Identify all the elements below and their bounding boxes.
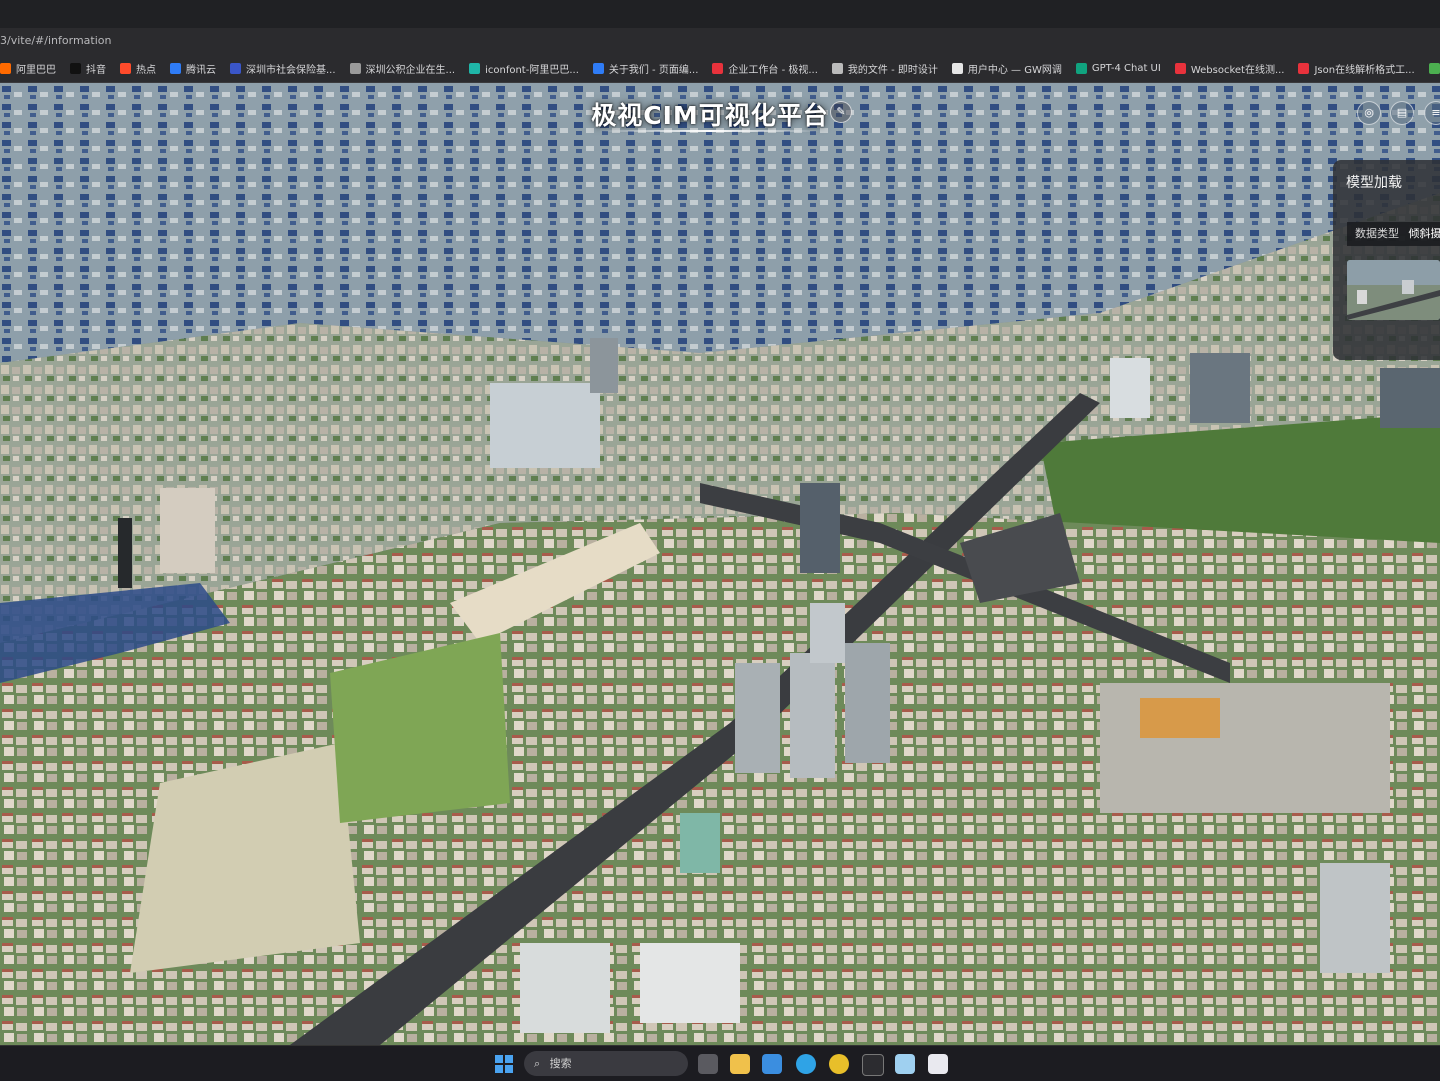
notepad-icon[interactable]: [895, 1054, 915, 1074]
bookmark-item[interactable]: 我的文件 - 即时设计: [832, 61, 938, 76]
address-bar[interactable]: 3/vite/#/information: [0, 28, 1440, 54]
bookmark-item[interactable]: Websocket在线测...: [1175, 61, 1285, 76]
title-underline: [598, 130, 823, 132]
bookmark-label: Websocket在线测...: [1191, 61, 1285, 76]
bookmarks-bar: 阿里巴巴 抖音 热点 腾讯云 深圳市社会保险基... 深圳公积企业在生... iconfon…: [0, 54, 1440, 83]
bookmark-label: iconfont-阿里巴巴...: [485, 61, 579, 76]
search-icon: ⌕: [534, 1057, 540, 1070]
bookmark-label: 关于我们 - 页面编...: [609, 61, 699, 76]
address-url[interactable]: 3/vite/#/information: [0, 34, 111, 47]
websocket-icon: [1175, 63, 1186, 74]
hot-icon: [120, 63, 131, 74]
bookmark-item[interactable]: My iModels | iTwi...: [1429, 63, 1440, 74]
oblique-photography-model[interactable]: [0, 83, 1440, 1045]
bookmark-item[interactable]: iconfont-阿里巴巴...: [469, 61, 579, 76]
data-type-label: 数据类型: [1355, 227, 1399, 240]
iconfont-icon: [469, 63, 480, 74]
alibaba-icon: [0, 63, 11, 74]
bookmark-item[interactable]: 企业工作台 - 极视...: [712, 61, 818, 76]
model-preview-image: [1347, 260, 1440, 320]
windows-taskbar: ⌕ 搜索: [0, 1045, 1440, 1081]
model-load-panel: 模型加载 数据类型 倾斜摄影: [1333, 160, 1440, 360]
file-explorer-icon[interactable]: [730, 1054, 750, 1074]
link-icon: [593, 63, 604, 74]
douyin-icon: [70, 63, 81, 74]
bookmark-item[interactable]: 腾讯云: [170, 61, 216, 76]
bookmark-item[interactable]: Json在线解析格式工...: [1298, 61, 1414, 76]
bookmark-label: Json在线解析格式工...: [1314, 61, 1414, 76]
task-view-icon[interactable]: [698, 1054, 718, 1074]
gw-icon: [952, 63, 963, 74]
store-icon[interactable]: [762, 1054, 782, 1074]
panel-title: 模型加载: [1346, 172, 1402, 192]
page-title: 极视CIM可视化平台: [560, 96, 860, 132]
chrome-icon[interactable]: [829, 1054, 849, 1074]
bookmark-item[interactable]: GPT-4 Chat UI: [1076, 63, 1161, 74]
data-type-value: 倾斜摄影: [1409, 227, 1440, 240]
bookmark-label: 阿里巴巴: [16, 61, 56, 76]
g-icon: [712, 63, 723, 74]
bookmark-label: 腾讯云: [186, 61, 216, 76]
terminal-icon[interactable]: [862, 1054, 884, 1076]
globe-icon: [350, 63, 361, 74]
city-3d-scene[interactable]: [0, 83, 1440, 1045]
bookmark-item[interactable]: 抖音: [70, 61, 106, 76]
itwin-icon: [1429, 63, 1440, 74]
bookmark-label: GPT-4 Chat UI: [1092, 63, 1161, 74]
taskbar-search[interactable]: ⌕ 搜索: [524, 1051, 688, 1076]
locate-icon[interactable]: ◎: [1357, 101, 1381, 125]
bookmark-label: 我的文件 - 即时设计: [848, 61, 938, 76]
bookmark-label: 深圳市社会保险基...: [246, 61, 336, 76]
bookmark-item[interactable]: 用户中心 — GW网调: [952, 61, 1062, 76]
gpt-icon: [1076, 63, 1087, 74]
search-placeholder: 搜索: [550, 1057, 572, 1070]
bookmark-label: 企业工作台 - 极视...: [728, 61, 818, 76]
bookmark-item[interactable]: 深圳公积企业在生...: [350, 61, 456, 76]
windows-start-icon[interactable]: [494, 1054, 514, 1074]
design-icon: [832, 63, 843, 74]
json-icon: [1298, 63, 1309, 74]
bookmark-item[interactable]: 深圳市社会保险基...: [230, 61, 336, 76]
edit-icon[interactable]: ✎: [830, 101, 852, 123]
bookmark-item[interactable]: 热点: [120, 61, 156, 76]
bookmark-item[interactable]: 阿里巴巴: [0, 61, 56, 76]
bookmark-item[interactable]: 关于我们 - 页面编...: [593, 61, 699, 76]
app-icon[interactable]: [928, 1054, 948, 1074]
bookmark-label: 抖音: [86, 61, 106, 76]
bookmark-label: 用户中心 — GW网调: [968, 61, 1062, 76]
edge-icon[interactable]: [796, 1054, 816, 1074]
model-thumbnail[interactable]: [1347, 260, 1440, 320]
gov-icon: [230, 63, 241, 74]
bookmark-label: 热点: [136, 61, 156, 76]
bookmark-label: 深圳公积企业在生...: [366, 61, 456, 76]
tencent-cloud-icon: [170, 63, 181, 74]
data-type-row[interactable]: 数据类型 倾斜摄影: [1347, 222, 1440, 246]
browser-tab-strip: [0, 0, 1440, 28]
layers-icon[interactable]: ▤: [1390, 101, 1414, 125]
